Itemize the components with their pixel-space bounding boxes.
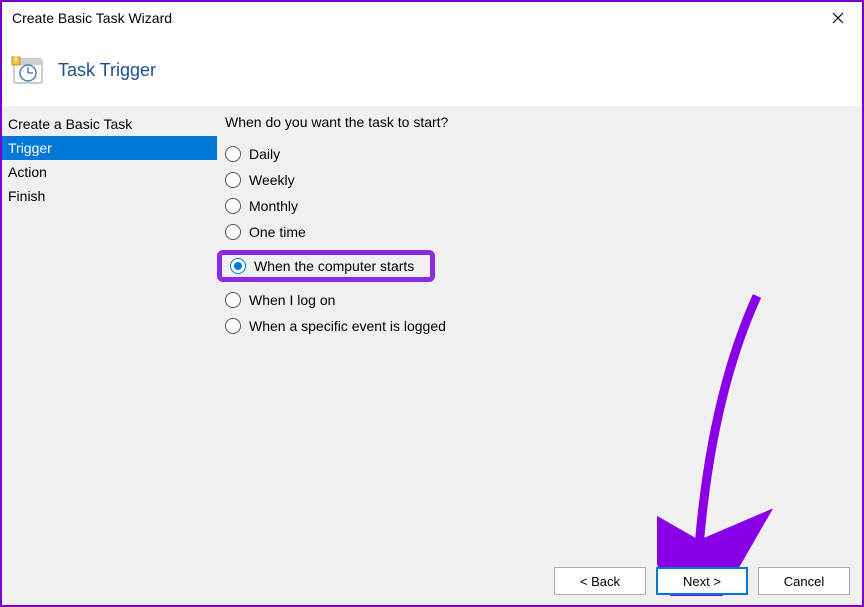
radio-weekly[interactable]: Weekly [225,172,842,188]
close-button[interactable] [822,4,854,32]
close-icon [832,12,844,24]
radio-icon [225,172,241,188]
main-panel: When do you want the task to start? Dail… [217,106,862,605]
radio-icon [225,224,241,240]
window-title: Create Basic Task Wizard [12,10,172,26]
wizard-window: Create Basic Task Wizard Task Trigger Cr… [0,0,864,607]
radio-computer-starts[interactable]: When the computer starts [225,258,414,274]
radio-label: When I log on [249,292,335,308]
radio-label: When a specific event is logged [249,318,446,334]
radio-label: When the computer starts [254,258,414,274]
next-button[interactable]: Next > [656,567,748,595]
radio-icon [225,198,241,214]
radio-monthly[interactable]: Monthly [225,198,842,214]
radio-label: One time [249,224,306,240]
radio-icon [225,318,241,334]
radio-label: Monthly [249,198,298,214]
radio-label: Daily [249,146,280,162]
sidebar-step-trigger[interactable]: Trigger [2,136,217,160]
wizard-button-row: < Back Next > Cancel [554,567,850,595]
radio-specific-event[interactable]: When a specific event is logged [225,318,842,334]
content-area: Create a Basic Task Trigger Action Finis… [2,106,862,605]
sidebar-step-create[interactable]: Create a Basic Task [2,112,217,136]
radio-icon [225,292,241,308]
task-scheduler-icon [10,53,44,87]
wizard-header: Task Trigger [2,34,862,106]
back-button[interactable]: < Back [554,567,646,595]
radio-label: Weekly [249,172,295,188]
wizard-steps-sidebar: Create a Basic Task Trigger Action Finis… [2,106,217,605]
titlebar: Create Basic Task Wizard [2,2,862,34]
wizard-page-title: Task Trigger [58,60,156,81]
trigger-question: When do you want the task to start? [225,114,842,130]
cancel-button[interactable]: Cancel [758,567,850,595]
sidebar-step-action[interactable]: Action [2,160,217,184]
radio-icon-checked [230,258,246,274]
radio-log-on[interactable]: When I log on [225,292,842,308]
annotation-highlight: When the computer starts [217,250,435,282]
sidebar-step-finish[interactable]: Finish [2,184,217,208]
radio-daily[interactable]: Daily [225,146,842,162]
radio-icon [225,146,241,162]
radio-one-time[interactable]: One time [225,224,842,240]
